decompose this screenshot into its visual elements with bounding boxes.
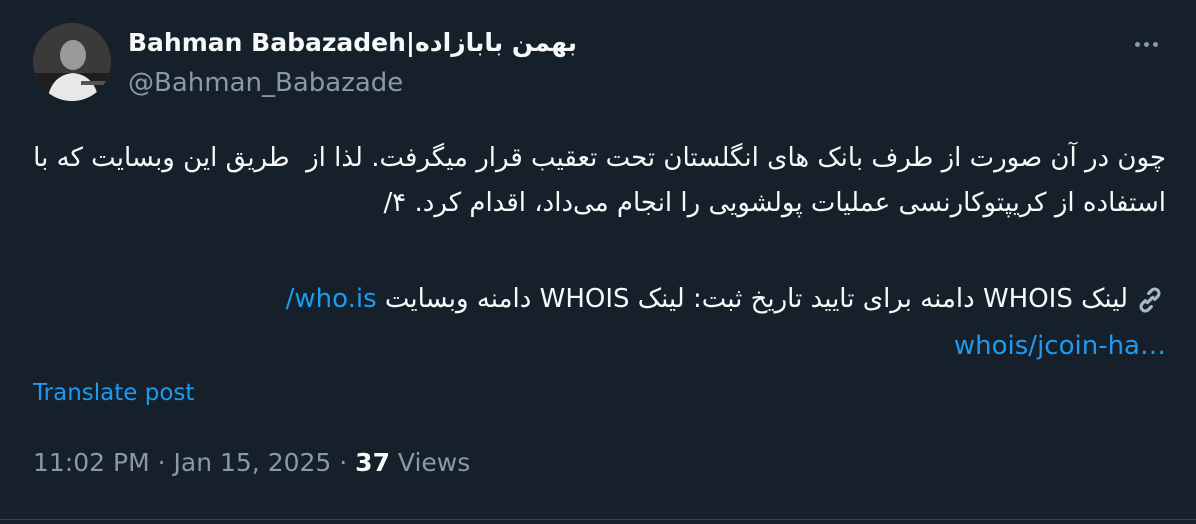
meta-separator: · — [339, 448, 348, 477]
avatar[interactable] — [33, 23, 111, 101]
more-dot — [1143, 41, 1149, 47]
tweet-date[interactable]: Jan 15, 2025 — [174, 448, 332, 477]
more-horizontal-icon — [1134, 41, 1140, 47]
views-label: Views — [397, 448, 471, 477]
avatar-photo — [33, 23, 111, 101]
tweet-time[interactable]: 11:02 PM — [33, 448, 150, 477]
author-name[interactable]: Bahman Babazadeh|بهمن بابازاده — [128, 28, 577, 57]
link-chain-icon — [1139, 286, 1161, 313]
whois-link-part1[interactable]: who.is/ — [286, 284, 377, 314]
divider — [0, 519, 1196, 520]
translate-post-button[interactable]: Translate post — [33, 380, 194, 406]
author-handle[interactable]: @Bahman_Babazade — [128, 68, 403, 98]
more-dot — [1152, 41, 1158, 47]
tweet-meta: 11:02 PM · Jan 15, 2025 · 37 Views — [33, 448, 470, 477]
whois-link-part2[interactable]: whois/jcoin-ha… — [30, 324, 1166, 369]
link-label: لینک WHOIS دامنه برای تایید تاریخ ثبت: ل… — [376, 284, 1128, 314]
more-options-button[interactable] — [1128, 26, 1164, 62]
views-count: 37 — [355, 448, 390, 477]
tweet-body: چون در آن صورت از طرف بانک های انگلستان … — [24, 143, 1166, 218]
meta-separator: · — [157, 448, 166, 477]
tweet-link-line: لینک WHOIS دامنه برای تایید تاریخ ثبت: ل… — [30, 277, 1166, 322]
